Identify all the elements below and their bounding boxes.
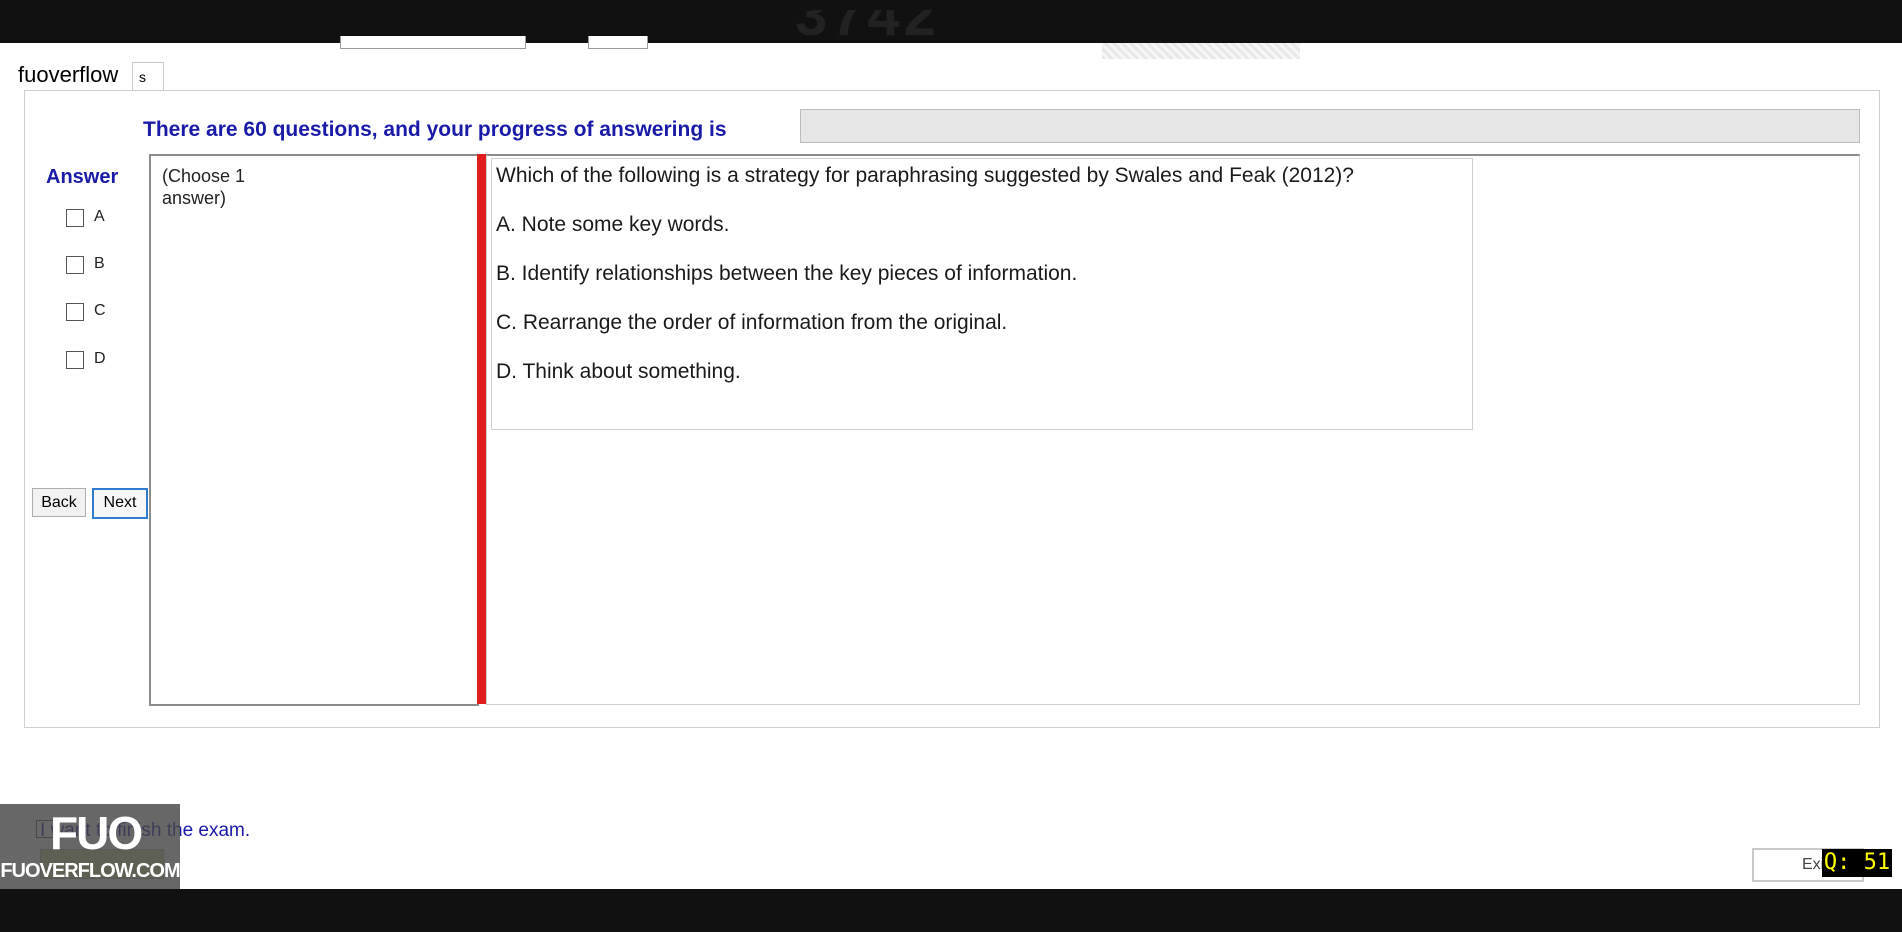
question-option-b: B. Identify relationships between the ke… bbox=[496, 262, 1078, 285]
watermark-logo: FUO FUOVERFLOW.COM bbox=[0, 804, 181, 889]
logo-mark: FUO bbox=[50, 807, 143, 859]
checkbox-a[interactable] bbox=[66, 209, 84, 227]
bottom-black-bar bbox=[0, 889, 1902, 932]
question-option-d: D. Think about something. bbox=[496, 360, 741, 383]
question-option-c: C. Rearrange the order of information fr… bbox=[496, 311, 1008, 334]
checkbox-d[interactable] bbox=[66, 351, 84, 369]
clipped-header-field bbox=[340, 36, 526, 49]
question-option-a: A. Note some key words. bbox=[496, 213, 730, 236]
choose-hint-panel: (Choose 1 answer) bbox=[149, 154, 479, 706]
answer-option-label: C bbox=[94, 302, 106, 319]
tab-label: s bbox=[139, 69, 146, 85]
site-label: fuoverflow bbox=[18, 62, 119, 87]
question-counter: Q: 51 bbox=[1822, 849, 1892, 877]
answer-option-label: D bbox=[94, 350, 106, 367]
checkbox-b[interactable] bbox=[66, 256, 84, 274]
question-area: Which of the following is a strategy for… bbox=[486, 154, 1860, 705]
top-black-bar: 3742 bbox=[0, 0, 1902, 59]
question-box: Which of the following is a strategy for… bbox=[491, 158, 1473, 430]
progress-bar bbox=[800, 109, 1860, 143]
checkbox-c[interactable] bbox=[66, 303, 84, 321]
clipped-header-pattern bbox=[1102, 43, 1300, 59]
progress-label: There are 60 questions, and your progres… bbox=[143, 118, 727, 141]
back-button[interactable]: Back bbox=[32, 488, 86, 517]
clipped-header-field-small bbox=[588, 36, 648, 49]
question-text: Which of the following is a strategy for… bbox=[496, 164, 1354, 187]
logo-site: FUOVERFLOW.COM bbox=[0, 860, 180, 882]
clipped-header-text: 3742 bbox=[795, 10, 941, 43]
answer-option-label: B bbox=[94, 255, 105, 272]
next-button[interactable]: Next bbox=[92, 488, 148, 519]
answer-title: Answer bbox=[46, 166, 119, 188]
tab-questions[interactable]: s bbox=[132, 62, 164, 91]
answer-option-label: A bbox=[94, 208, 105, 225]
choose-hint: (Choose 1 answer) bbox=[162, 166, 246, 208]
red-divider[interactable] bbox=[477, 154, 486, 704]
